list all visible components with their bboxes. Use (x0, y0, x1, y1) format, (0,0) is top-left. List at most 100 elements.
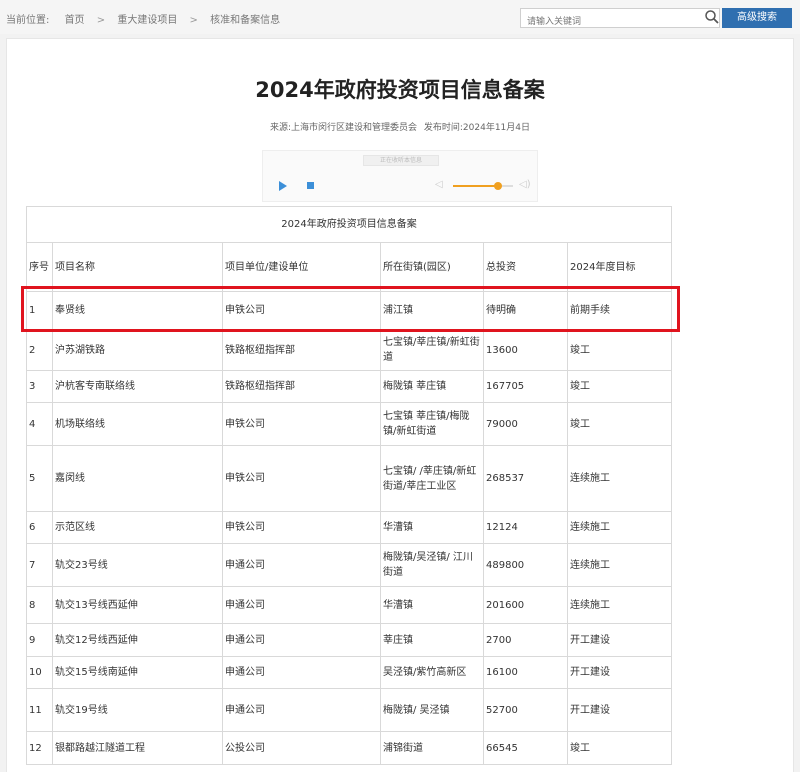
column-header: 所在街镇(园区) (380, 242, 484, 292)
play-icon[interactable] (279, 181, 287, 191)
article-meta: 来源:上海市闵行区建设和管理委员会 发布时间:2024年11月4日 (0, 120, 800, 133)
table-cell: 华漕镇 (380, 586, 484, 624)
article-source: 来源:上海市闵行区建设和管理委员会 (269, 123, 418, 133)
table-cell: 竣工 (566, 329, 673, 371)
table-cell: 489800 (483, 543, 568, 587)
column-header: 序号 (26, 242, 53, 292)
project-table-wrapper: 2024年政府投资项目信息备案 序号 项目名称 项目单位/建设单位 所在街镇(园区) 总… (25, 206, 673, 765)
table-row: 8 轨交13号线西延伸 申通公司 华漕镇 201600 连续施工 (26, 586, 673, 624)
table-cell: 12 (26, 731, 53, 765)
table-cell: 52700 (483, 688, 568, 732)
table-cell: 竣工 (566, 370, 673, 403)
table-cell: 167705 (483, 370, 568, 403)
breadcrumb-separator: > (189, 15, 198, 26)
table-cell: 奉贤线 (52, 291, 223, 330)
table-row: 9 轨交12号线西延伸 申通公司 莘庄镇 2700 开工建设 (26, 623, 673, 657)
table-cell: 铁路枢纽指挥部 (222, 329, 381, 371)
table-cell: 沪苏湖铁路 (52, 329, 223, 371)
table-cell: 轨交23号线 (52, 543, 223, 587)
table-row: 11 轨交19号线 申通公司 梅陇镇/ 吴泾镇 52700 开工建设 (26, 688, 673, 732)
table-cell: 8 (26, 586, 53, 624)
volume-slider[interactable] (453, 182, 513, 190)
table-cell: 申通公司 (222, 623, 381, 657)
table-cell: 示范区线 (52, 511, 223, 544)
audio-player: 正在收听本信息 ◁ ◁) (262, 150, 538, 202)
table-cell: 竣工 (566, 402, 673, 446)
table-caption: 2024年政府投资项目信息备案 (25, 206, 673, 243)
breadcrumb-separator: > (96, 15, 106, 26)
table-cell: 银都路越江隧道工程 (52, 731, 223, 765)
table-cell: 11 (26, 688, 53, 732)
breadcrumb-approval-info[interactable]: 核准和备案信息 (210, 11, 280, 26)
table-row: 10 轨交15号线南延伸 申通公司 吴泾镇/紫竹高新区 16100 开工建设 (26, 656, 673, 689)
table-cell: 申铁公司 (222, 291, 381, 330)
table-cell: 竣工 (566, 731, 673, 765)
table-cell: 公投公司 (222, 731, 381, 765)
table-cell: 申铁公司 (222, 511, 381, 544)
table-cell: 申通公司 (222, 688, 381, 732)
table-cell: 连续施工 (566, 445, 673, 512)
table-cell: 申通公司 (222, 656, 381, 689)
stop-icon[interactable] (307, 182, 314, 189)
table-cell: 6 (26, 511, 53, 544)
table-cell: 轨交13号线西延伸 (52, 586, 223, 624)
advanced-search-button[interactable]: 高级搜索 (722, 8, 792, 28)
column-header: 项目名称 (52, 242, 223, 292)
table-cell: 梅陇镇 莘庄镇 (380, 370, 484, 403)
top-bar: 当前位置: 首页 > 重大建设项目 > 核准和备案信息 高级搜索 (0, 0, 800, 34)
table-cell: 华漕镇 (380, 511, 484, 544)
table-cell: 7 (26, 543, 53, 587)
table-cell: 轨交19号线 (52, 688, 223, 732)
table-cell: 13600 (483, 329, 568, 371)
search-input[interactable] (521, 13, 699, 31)
volume-low-icon[interactable]: ◁ (435, 179, 443, 190)
table-row: 6 示范区线 申铁公司 华漕镇 12124 连续施工 (26, 511, 673, 544)
breadcrumb-major-projects[interactable]: 重大建设项目 (117, 11, 177, 26)
table-cell: 16100 (483, 656, 568, 689)
table-cell: 12124 (483, 511, 568, 544)
table-cell: 七宝镇/ /莘庄镇/新虹街道/莘庄工业区 (380, 445, 484, 512)
search-icon[interactable] (704, 9, 720, 25)
table-cell: 79000 (483, 402, 568, 446)
volume-high-icon[interactable]: ◁) (519, 179, 531, 190)
table-cell: 开工建设 (566, 656, 673, 689)
table-body: 1 奉贤线 申铁公司 浦江镇 待明确 前期手续 2 沪苏湖铁路 铁路枢纽指挥部 七宝镇/莘庄镇/新… (26, 291, 673, 765)
table-cell: 2 (26, 329, 53, 371)
table-cell: 4 (26, 402, 53, 446)
table-row: 1 奉贤线 申铁公司 浦江镇 待明确 前期手续 (26, 291, 673, 330)
breadcrumb: 当前位置: 首页 > 重大建设项目 > 核准和备案信息 (6, 11, 280, 26)
column-header: 项目单位/建设单位 (222, 242, 381, 292)
table-cell: 梅陇镇/ 吴泾镇 (380, 688, 484, 732)
table-row: 4 机场联络线 申铁公司 七宝镇 莘庄镇/梅陇镇/新虹街道 79000 竣工 (26, 402, 673, 446)
player-title: 正在收听本信息 (363, 155, 439, 166)
table-row: 7 轨交23号线 申通公司 梅陇镇/吴泾镇/ 江川街道 489800 连续施工 (26, 543, 673, 587)
table-cell: 开工建设 (566, 623, 673, 657)
table-cell: 201600 (483, 586, 568, 624)
table-cell: 前期手续 (566, 291, 673, 330)
table-cell: 申通公司 (222, 586, 381, 624)
table-row: 2 沪苏湖铁路 铁路枢纽指挥部 七宝镇/莘庄镇/新虹街道 13600 竣工 (26, 329, 673, 371)
table-cell: 吴泾镇/紫竹高新区 (380, 656, 484, 689)
table-cell: 66545 (483, 731, 568, 765)
table-row: 3 沪杭客专南联络线 铁路枢纽指挥部 梅陇镇 莘庄镇 167705 竣工 (26, 370, 673, 403)
table-cell: 沪杭客专南联络线 (52, 370, 223, 403)
table-cell: 轨交12号线西延伸 (52, 623, 223, 657)
table-cell: 七宝镇/莘庄镇/新虹街道 (380, 329, 484, 371)
project-table: 2024年政府投资项目信息备案 序号 项目名称 项目单位/建设单位 所在街镇(园区) 总… (25, 206, 673, 765)
table-cell: 申铁公司 (222, 445, 381, 512)
table-cell: 申通公司 (222, 543, 381, 587)
table-cell: 浦锦街道 (380, 731, 484, 765)
table-cell: 申铁公司 (222, 402, 381, 446)
table-cell: 莘庄镇 (380, 623, 484, 657)
page-title: 2024年政府投资项目信息备案 (255, 78, 545, 102)
breadcrumb-label: 当前位置: (6, 15, 50, 26)
table-cell: 浦江镇 (380, 291, 484, 330)
table-cell: 嘉闵线 (52, 445, 223, 512)
column-header: 总投资 (483, 242, 568, 292)
volume-knob[interactable] (494, 182, 502, 190)
breadcrumb-home[interactable]: 首页 (65, 11, 85, 26)
table-cell: 连续施工 (566, 543, 673, 587)
column-header: 2024年度目标 (566, 242, 673, 292)
table-cell: 机场联络线 (52, 402, 223, 446)
search-box (520, 8, 720, 31)
